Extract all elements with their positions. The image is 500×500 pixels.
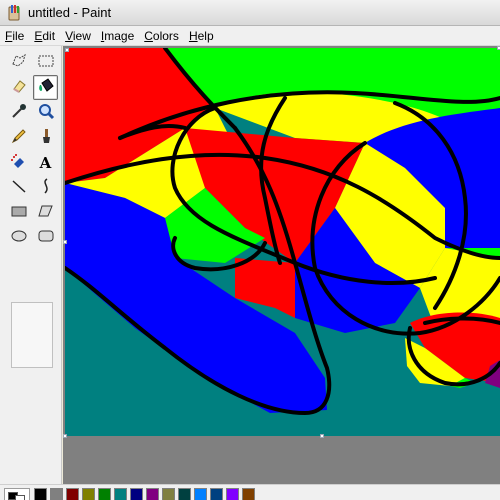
paint-app-icon [6,4,22,21]
resize-handle [65,48,69,52]
pencil-icon [10,127,28,148]
tool-text[interactable]: A [33,150,58,175]
background-color [15,495,25,500]
tool-curve[interactable] [33,175,58,200]
magnifier-icon [37,102,55,123]
palette-swatch[interactable] [98,488,111,500]
palette-swatch[interactable] [34,488,47,500]
menu-label-rest: dit [42,28,56,43]
tool-rectangle[interactable] [6,200,31,225]
resize-handle-bottom[interactable] [320,434,324,438]
eraser-icon [10,77,28,98]
tool-color-picker[interactable] [6,100,31,125]
menu-file[interactable]: File [0,29,29,43]
color-picker-icon [10,102,28,123]
toolbox: A [0,46,62,500]
curve-icon [37,177,55,198]
tool-free-form-select[interactable] [6,50,31,75]
tool-brush[interactable] [33,125,58,150]
palette-swatch[interactable] [50,488,63,500]
rectangle-icon [10,202,28,223]
tool-line[interactable] [6,175,31,200]
menu-view[interactable]: View [60,29,96,43]
menu-edit[interactable]: Edit [29,29,60,43]
color-palette-bar [0,484,500,500]
menu-label-rest: elp [197,28,214,43]
menu-bar: File Edit View Image Colors Help [0,26,500,46]
palette-swatch[interactable] [82,488,95,500]
line-icon [10,177,28,198]
menu-image[interactable]: Image [96,29,139,43]
rounded-rectangle-icon [37,227,55,248]
airbrush-icon [10,152,28,173]
tool-magnifier[interactable] [33,100,58,125]
palette-swatch[interactable] [162,488,175,500]
resize-handle-bottom-left [63,434,67,438]
select-icon [37,52,55,73]
palette-swatch[interactable] [226,488,239,500]
tool-rounded-rectangle[interactable] [33,225,58,250]
palette-swatch[interactable] [66,488,79,500]
canvas-drawing [65,48,500,436]
title-bar: untitled - Paint [0,0,500,26]
fill-bucket-icon [37,77,55,98]
tool-options-box[interactable] [11,302,53,368]
tool-airbrush[interactable] [6,150,31,175]
menu-colors[interactable]: Colors [139,29,184,43]
menu-accelerator: V [65,28,73,43]
resize-handle-left [63,240,67,244]
current-colors-indicator [4,488,30,500]
tool-polygon[interactable] [33,200,58,225]
menu-accelerator: H [188,28,198,43]
palette-swatch[interactable] [194,488,207,500]
tool-fill-bucket[interactable] [33,75,58,100]
tool-eraser[interactable] [6,75,31,100]
menu-label-rest: mage [104,28,135,43]
tool-grid: A [6,50,58,250]
ellipse-icon [10,227,28,248]
menu-label-rest: olors [152,28,179,43]
palette-swatch[interactable] [242,488,255,500]
tool-pencil[interactable] [6,125,31,150]
palette-swatch[interactable] [178,488,191,500]
palette-swatch[interactable] [130,488,143,500]
window-title: untitled - Paint [28,5,112,20]
polygon-icon [37,202,55,223]
brush-icon [37,127,55,148]
palette-swatches [34,488,255,500]
free-form-select-icon [10,52,28,73]
workspace [63,46,500,484]
palette-swatch[interactable] [210,488,223,500]
tool-ellipse[interactable] [6,225,31,250]
menu-label-rest: ile [12,28,25,43]
menu-label-rest: iew [72,28,91,43]
palette-swatch[interactable] [146,488,159,500]
tool-select[interactable] [33,50,58,75]
palette-swatch[interactable] [114,488,127,500]
menu-accelerator: C [144,28,153,43]
text-icon: A [39,153,52,172]
drawing-canvas[interactable] [65,48,500,436]
menu-help[interactable]: Help [184,29,219,43]
